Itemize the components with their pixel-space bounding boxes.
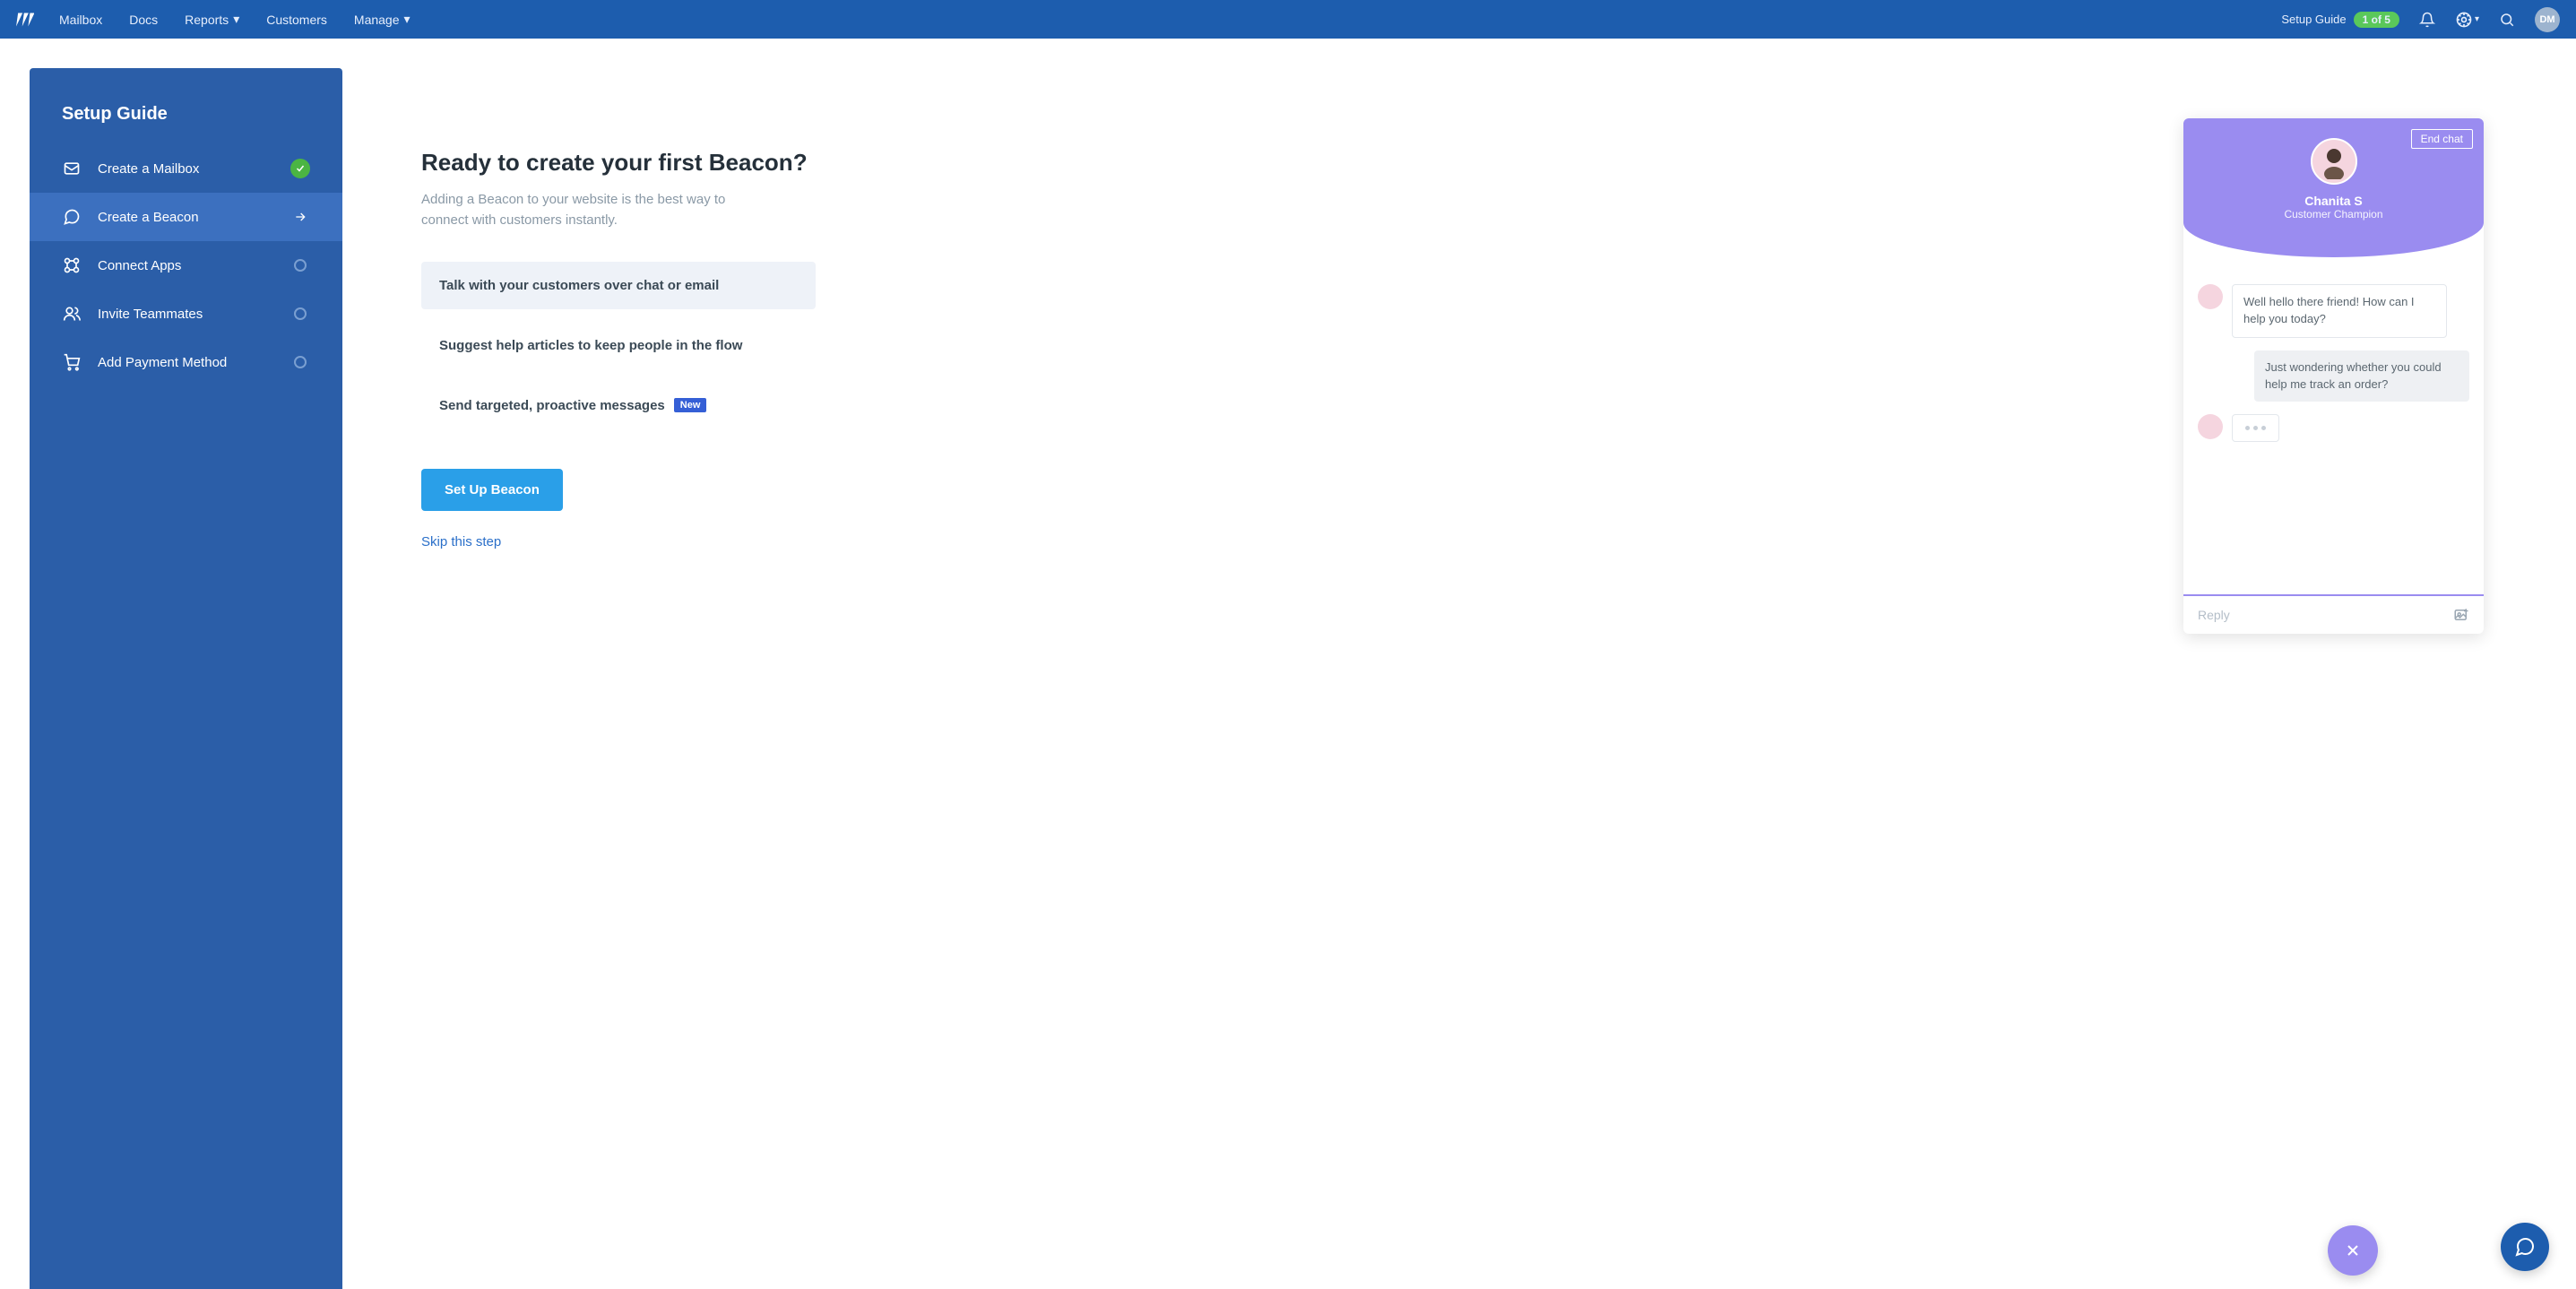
- agent-name: Chanita S: [2183, 194, 2484, 208]
- help-beacon-button[interactable]: [2501, 1223, 2549, 1271]
- feature-label: Send targeted, proactive messages: [439, 398, 665, 413]
- typing-indicator: [2232, 414, 2279, 442]
- close-preview-button[interactable]: [2328, 1225, 2378, 1276]
- agent-avatar: [2311, 138, 2357, 185]
- search-icon[interactable]: [2499, 12, 2515, 28]
- mailbox-icon: [62, 160, 82, 177]
- sidebar-title: Setup Guide: [30, 104, 342, 144]
- app-logo-icon[interactable]: [16, 11, 34, 29]
- user-avatar[interactable]: DM: [2535, 7, 2560, 32]
- setup-beacon-button[interactable]: Set Up Beacon: [421, 469, 563, 511]
- sidebar-item-apps[interactable]: Connect Apps: [30, 241, 342, 290]
- nav-reports[interactable]: Reports▾: [185, 12, 239, 27]
- users-icon: [62, 305, 82, 323]
- end-chat-button[interactable]: End chat: [2411, 129, 2473, 149]
- status-todo-icon: [290, 352, 310, 372]
- page-subtitle: Adding a Beacon to your website is the b…: [421, 189, 762, 231]
- feature-chat-email[interactable]: Talk with your customers over chat or em…: [421, 262, 816, 309]
- status-todo-icon: [290, 255, 310, 275]
- nav-manage[interactable]: Manage▾: [354, 12, 411, 27]
- setup-guide-label: Setup Guide: [2281, 13, 2346, 26]
- chat-icon: [62, 208, 82, 226]
- help-icon[interactable]: ▾: [2455, 11, 2479, 29]
- nav-mailbox[interactable]: Mailbox: [59, 12, 102, 27]
- reply-input[interactable]: [2198, 608, 2453, 622]
- setup-progress-badge: 1 of 5: [2354, 12, 2399, 28]
- user-message: Just wondering whether you could help me…: [2254, 350, 2469, 402]
- cart-icon: [62, 353, 82, 371]
- nav-docs[interactable]: Docs: [129, 12, 158, 27]
- feature-label: Talk with your customers over chat or em…: [439, 278, 719, 293]
- feature-label: Suggest help articles to keep people in …: [439, 338, 742, 353]
- apps-icon: [62, 256, 82, 274]
- agent-role: Customer Champion: [2183, 208, 2484, 221]
- top-nav: Mailbox Docs Reports▾ Customers Manage▾ …: [0, 0, 2576, 39]
- reply-bar: [2183, 594, 2484, 634]
- nav-links: Mailbox Docs Reports▾ Customers Manage▾: [59, 12, 2281, 27]
- chevron-down-icon: ▾: [233, 12, 239, 27]
- message-avatar: [2198, 284, 2223, 309]
- attach-image-icon[interactable]: [2453, 607, 2469, 623]
- preview-header: End chat Chanita S Customer Champion: [2183, 118, 2484, 257]
- nav-customers[interactable]: Customers: [266, 12, 327, 27]
- new-badge: New: [674, 398, 707, 412]
- skip-step-link[interactable]: Skip this step: [421, 534, 816, 549]
- feature-proactive-messages[interactable]: Send targeted, proactive messages New: [421, 382, 816, 429]
- sidebar-item-label: Connect Apps: [98, 258, 181, 273]
- chevron-down-icon: ▾: [404, 12, 411, 27]
- arrow-right-icon: [290, 207, 310, 227]
- agent-message: Well hello there friend! How can I help …: [2232, 284, 2447, 338]
- sidebar-item-mailbox[interactable]: Create a Mailbox: [30, 144, 342, 193]
- sidebar-item-label: Invite Teammates: [98, 307, 203, 322]
- feature-help-articles[interactable]: Suggest help articles to keep people in …: [421, 322, 816, 369]
- beacon-preview: End chat Chanita S Customer Champion Wel…: [2183, 118, 2484, 634]
- status-todo-icon: [290, 304, 310, 324]
- chevron-down-icon: ▾: [2475, 14, 2479, 24]
- message-avatar: [2198, 414, 2223, 439]
- sidebar-item-teammates[interactable]: Invite Teammates: [30, 290, 342, 338]
- page: Setup Guide Create a Mailbox Create a Be…: [0, 39, 2576, 1289]
- chat-body: Well hello there friend! How can I help …: [2183, 257, 2484, 594]
- sidebar-item-label: Add Payment Method: [98, 355, 227, 370]
- sidebar-item-payment[interactable]: Add Payment Method: [30, 338, 342, 386]
- sidebar-item-beacon[interactable]: Create a Beacon: [30, 193, 342, 241]
- status-done-icon: [290, 159, 310, 178]
- page-title: Ready to create your first Beacon?: [421, 149, 816, 177]
- setup-guide-pill[interactable]: Setup Guide 1 of 5: [2281, 12, 2399, 28]
- sidebar-item-label: Create a Beacon: [98, 210, 199, 225]
- sidebar-item-label: Create a Mailbox: [98, 161, 199, 177]
- main-content: Ready to create your first Beacon? Addin…: [342, 68, 2546, 1289]
- setup-sidebar: Setup Guide Create a Mailbox Create a Be…: [30, 68, 342, 1289]
- notifications-icon[interactable]: [2419, 12, 2435, 28]
